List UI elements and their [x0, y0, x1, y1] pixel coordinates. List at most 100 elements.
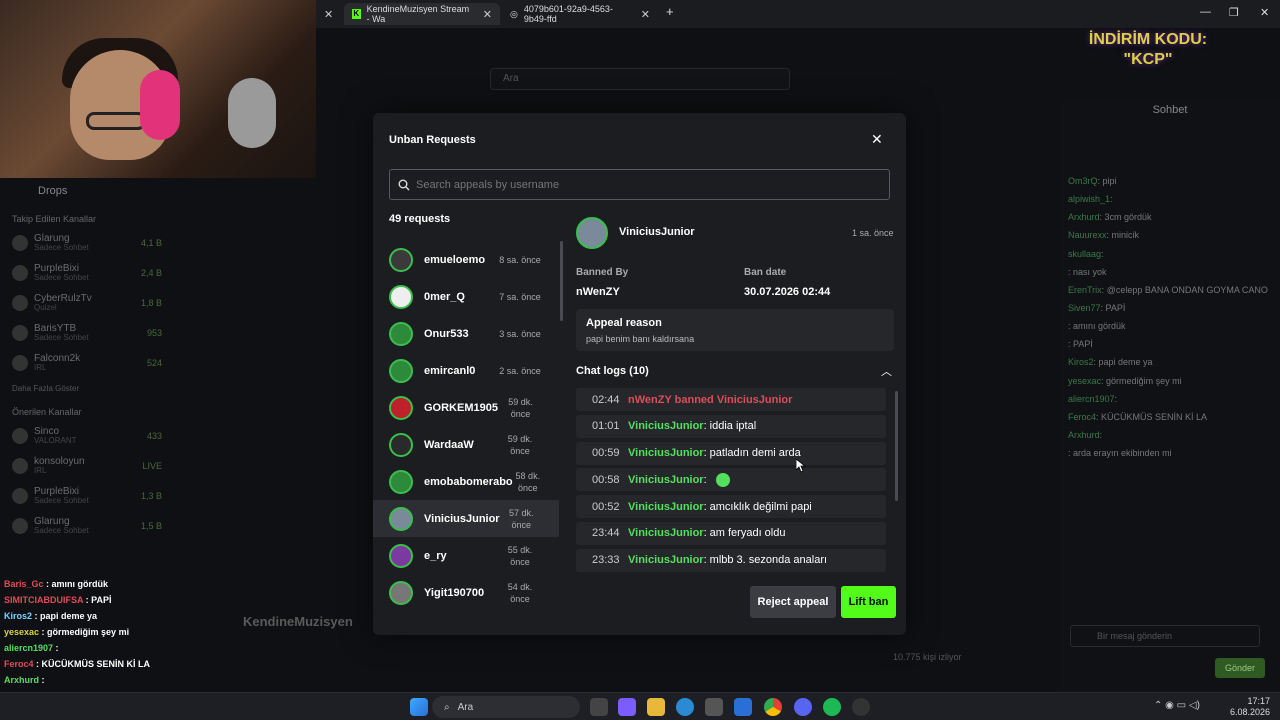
copilot-icon[interactable] — [618, 698, 636, 716]
channel-category: VALORANT — [34, 436, 77, 446]
channel-category: Quizel — [34, 303, 57, 313]
tab-stream[interactable]: K KendineMuzisyen Stream - Wa ✕ — [344, 3, 500, 25]
request-list-item[interactable]: emobabomerabo 58 dk. önce — [373, 463, 559, 500]
sidebar-channel[interactable]: Glarung Sadece Sohbet 4,1 B — [0, 228, 170, 258]
windows-start-icon[interactable] — [410, 698, 428, 716]
chat-username[interactable]: skullaag — [1068, 249, 1101, 259]
tab-close-icon[interactable]: ✕ — [483, 8, 492, 21]
channel-info: Glarung Sadece Sohbet — [34, 516, 135, 536]
chat-username[interactable]: Siven77 — [1068, 303, 1101, 313]
request-list-scrollbar[interactable] — [560, 241, 563, 321]
request-list-item[interactable]: emueloemo 8 sa. önce — [373, 241, 559, 278]
chat-message: Siven77: PAPİ — [1068, 302, 1126, 313]
promo-code-overlay: İNDİRİM KODU: "KCP" — [1088, 31, 1208, 68]
close-window-icon[interactable]: ✕ — [1260, 6, 1269, 19]
store-icon[interactable] — [705, 698, 723, 716]
chat-logs-scrollbar[interactable] — [895, 391, 898, 501]
log-username: ViniciusJunior — [628, 527, 704, 540]
chat-message: ErenTrix: @celepp BANA ONDAN GOYMA CANO — [1068, 284, 1268, 295]
lift-ban-button[interactable]: Lift ban — [841, 586, 896, 618]
sidebar-channel[interactable]: Glarung Sadece Sohbet 1,5 B — [0, 511, 170, 541]
chat-username[interactable]: Feroc4 — [1068, 412, 1096, 422]
overlay-chat-username: yesexac — [4, 627, 40, 637]
send-button[interactable]: Gönder — [1215, 658, 1265, 678]
request-time: 7 sa. önce — [499, 291, 541, 302]
chat-message: : amını gördük — [1068, 321, 1126, 332]
overlay-chat-line: aliercn1907 : — [4, 643, 59, 653]
channel-info: PurpleBixi Sadece Sohbet — [34, 486, 135, 506]
task-view-icon[interactable] — [590, 698, 608, 716]
sidebar-channel[interactable]: PurpleBixi Sadece Sohbet 1,3 B — [0, 481, 170, 511]
request-list-item[interactable]: WardaaW 59 dk. önce — [373, 426, 559, 463]
edge-icon[interactable] — [676, 698, 694, 716]
site-search-input[interactable]: Ara — [490, 68, 790, 90]
request-list-item[interactable]: 0mer_Q 7 sa. önce — [373, 278, 559, 315]
chat-message-input[interactable]: Bir mesaj gönderin — [1070, 625, 1260, 647]
tab-uuid[interactable]: ◎ 4079b601-92a9-4563-9b49-ffd ✕ — [502, 3, 658, 25]
stream-channel-name: KendineMuzisyen — [243, 614, 353, 629]
tab-close-icon[interactable]: ✕ — [641, 8, 650, 21]
request-username: GORKEM1905 — [424, 401, 498, 414]
tray-icons[interactable]: ⌃ ◉ ▭ ◁) — [1154, 700, 1200, 711]
taskbar-clock[interactable]: 17:17 6.08.2026 — [1230, 696, 1270, 718]
spotify-icon[interactable] — [823, 698, 841, 716]
close-icon[interactable]: ✕ — [871, 131, 883, 148]
request-list-item[interactable]: emircanl0 2 sa. önce — [373, 352, 559, 389]
minimize-icon[interactable]: — — [1200, 6, 1211, 18]
chat-username[interactable]: alpiwish_1 — [1068, 194, 1110, 204]
chat-username[interactable]: yesexac — [1068, 376, 1101, 386]
viewer-count: 1,5 B — [140, 521, 162, 531]
chat-logs-heading[interactable]: Chat logs (10) — [576, 365, 649, 377]
chat-username[interactable]: Nauurexx — [1068, 230, 1107, 240]
obs-icon[interactable] — [852, 698, 870, 716]
request-list-item[interactable]: ViniciusJunior 57 dk. önce — [373, 500, 559, 537]
sidebar-channel[interactable]: PurpleBixi Sadece Sohbet 2,4 B — [0, 258, 170, 288]
sidebar-channel[interactable]: Sinco VALORANT 433 — [0, 421, 170, 451]
request-list-item[interactable]: Yigit190700 54 dk. önce — [373, 574, 559, 611]
file-explorer-icon[interactable] — [647, 698, 665, 716]
chat-username[interactable]: Arxhurd — [1068, 212, 1100, 222]
chevron-up-icon[interactable]: ︿ — [881, 363, 892, 379]
request-list-item[interactable]: Onur533 3 sa. önce — [373, 315, 559, 352]
request-count: 49 requests — [389, 213, 451, 225]
windows-taskbar: ⌕ Ara ⌃ ◉ ▭ ◁) 17:17 6.08.2026 — [0, 692, 1280, 720]
chat-username[interactable]: Om3rQ — [1068, 176, 1098, 186]
viewer-count: 4,1 B — [140, 238, 162, 248]
reject-appeal-button[interactable]: Reject appeal — [750, 586, 836, 618]
request-username: Yigit190700 — [424, 586, 485, 599]
request-list-item[interactable]: e_ry 55 dk. önce — [373, 537, 559, 574]
maximize-icon[interactable]: ❐ — [1229, 6, 1239, 19]
chat-username[interactable]: aliercn1907 — [1068, 394, 1115, 404]
chat-log-entry: 23:33 ViniciusJunior: mlbb 3. sezonda anal… — [576, 548, 886, 572]
chat-message: Nauurexx: minicik — [1068, 230, 1140, 241]
request-username: Onur533 — [424, 327, 469, 340]
appeal-reason-box: Appeal reason papi benim banı kaldırsana — [576, 309, 894, 351]
taskbar-search[interactable]: ⌕ Ara — [432, 696, 580, 718]
overlay-chat-username: Kiros2 — [4, 611, 33, 621]
chat-username[interactable]: Kiros2 — [1068, 357, 1094, 367]
viewer-count: 1,3 B — [140, 491, 162, 501]
request-list-item[interactable]: GORKEM1905 59 dk. önce — [373, 389, 559, 426]
chat-username[interactable]: ErenTrix — [1068, 285, 1102, 295]
chat-username[interactable]: Arxhurd — [1068, 430, 1100, 440]
overlay-chat-line: yesexac : görmediğim şey mi — [4, 627, 130, 637]
tab-close-previous[interactable]: ✕ — [316, 3, 342, 25]
chat-message: aliercn1907: — [1068, 393, 1118, 404]
show-more-link[interactable]: Daha Fazla Göster — [0, 378, 170, 399]
sidebar-channel[interactable]: BarisYTB Sadece Sohbet 953 — [0, 318, 170, 348]
sidebar-channel[interactable]: konsoloyun IRL LIVE — [0, 451, 170, 481]
viewer-count: 1,8 B — [140, 298, 162, 308]
chrome-icon[interactable] — [764, 698, 782, 716]
sidebar-channel[interactable]: Falconn2k IRL 524 — [0, 348, 170, 378]
new-tab-plus-icon[interactable]: + — [666, 4, 674, 19]
mail-icon[interactable] — [734, 698, 752, 716]
drops-link[interactable]: Drops — [0, 178, 170, 204]
avatar — [389, 506, 413, 531]
log-message: iddia iptal — [709, 420, 757, 433]
overlay-chat-username: Arxhurd — [4, 675, 40, 685]
appeal-search-field[interactable] — [389, 169, 890, 200]
sidebar-channel[interactable]: CyberRulzTv Quizel 1,8 B — [0, 288, 170, 318]
discord-icon[interactable] — [794, 698, 812, 716]
search-input[interactable] — [416, 178, 856, 191]
globe-icon: ◎ — [510, 8, 518, 19]
